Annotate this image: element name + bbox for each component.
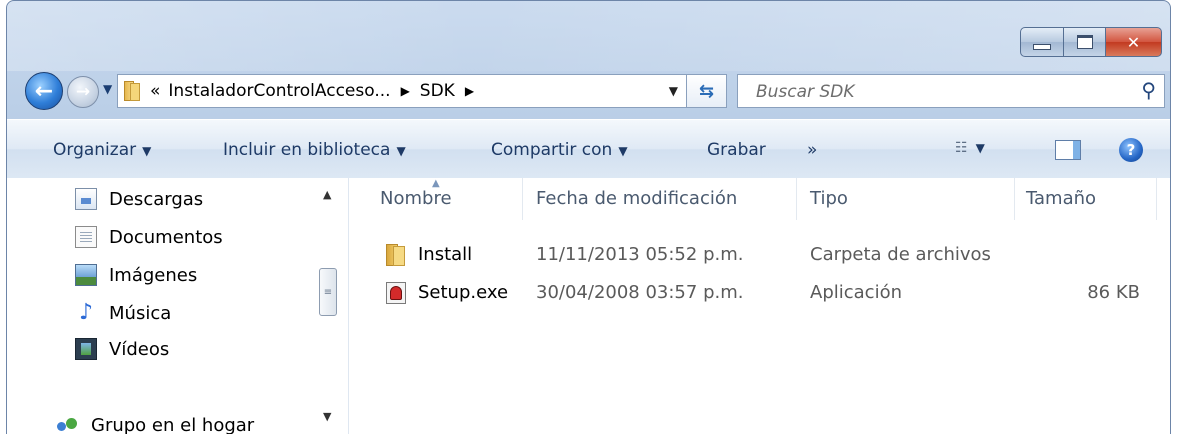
sidebar-scrollbar[interactable]: ▲ ≡ ▼ [317,178,339,434]
folder-icon [124,81,140,101]
content-area: Descargas Documentos Imágenes ♪ Música V… [7,178,1170,434]
window-controls: ✕ [1020,27,1162,57]
file-row-install[interactable]: Install 11/11/2013 05:52 p.m. Carpeta de… [350,240,1170,270]
file-date: 30/04/2008 03:57 p.m. [536,282,744,303]
forward-arrow-icon: → [75,82,91,102]
forward-button[interactable]: → [67,76,99,108]
folder-icon [386,244,408,266]
change-view-button[interactable]: ☷ ▼ [955,140,985,156]
file-size: 86 KB [1087,282,1140,303]
share-with-button[interactable]: Compartir con ▼ [491,140,628,160]
preview-pane-icon[interactable] [1055,140,1081,160]
scrollbar-thumb[interactable]: ≡ [319,268,337,316]
videos-icon [75,338,97,360]
sidebar-item-pictures[interactable]: Imágenes [75,264,197,286]
breadcrumb: « InstaladorControlAcceso... ▶ SDK ▶ [150,81,484,101]
music-icon: ♪ [78,300,94,325]
close-icon: ✕ [1126,32,1141,52]
breadcrumb-item-parent[interactable]: InstaladorControlAcceso... [168,81,390,101]
chevron-down-icon: ▼ [975,141,985,155]
downloads-icon [75,188,97,210]
include-in-library-button[interactable]: Incluir en biblioteca ▼ [223,140,406,160]
sidebar-item-downloads[interactable]: Descargas [75,188,203,210]
help-icon[interactable]: ? [1119,138,1143,162]
column-divider[interactable] [1014,178,1015,220]
column-header-name[interactable]: Nombre [380,188,452,209]
burn-button[interactable]: Grabar [707,140,766,160]
breadcrumb-chevron-icon[interactable]: ▶ [465,84,474,98]
file-row-setup[interactable]: Setup.exe 30/04/2008 03:57 p.m. Aplicaci… [350,278,1170,308]
search-box: ⚲ [737,74,1165,109]
maximize-button[interactable] [1064,27,1106,57]
minimize-icon [1033,44,1051,50]
column-divider[interactable] [1156,178,1157,220]
recent-pages-dropdown-icon[interactable]: ▼ [103,82,112,96]
column-divider[interactable] [796,178,797,220]
column-header-type[interactable]: Tipo [810,188,848,209]
chevron-down-icon: ▼ [142,144,152,158]
application-icon [386,282,406,304]
column-divider[interactable] [522,178,523,220]
minimize-button[interactable] [1020,27,1064,57]
command-bar: Organizar ▼ Incluir en biblioteca ▼ Compar… [7,119,1170,179]
breadcrumb-overflow[interactable]: « [150,81,160,101]
file-list: ▲ Nombre Fecha de modificación Tipo Tama… [350,178,1170,434]
breadcrumb-item-current[interactable]: SDK [420,81,455,101]
maximize-icon [1076,35,1093,49]
file-name: Install [418,244,473,265]
chevron-down-icon: ▼ [618,144,628,158]
homegroup-icon [57,414,79,434]
search-input[interactable] [738,75,1138,109]
chevron-down-icon: ▼ [396,144,406,158]
scroll-down-icon[interactable]: ▼ [323,410,331,423]
search-icon[interactable]: ⚲ [1141,78,1156,102]
documents-icon [75,226,97,248]
explorer-window: ✕ ← → ▼ « InstaladorControlAcceso... ▶ S… [6,0,1171,434]
file-type: Carpeta de archivos [810,244,991,265]
address-history-dropdown-icon[interactable]: ▼ [669,84,678,98]
back-arrow-icon: ← [34,78,54,104]
file-date: 11/11/2013 05:52 p.m. [536,244,744,265]
sidebar-item-music[interactable]: ♪ Música [75,302,171,324]
pictures-icon [75,264,97,286]
sidebar-item-videos[interactable]: Vídeos [75,338,169,360]
navigation-bar: ← → ▼ « InstaladorControlAcceso... ▶ SDK… [7,67,1170,113]
back-button[interactable]: ← [25,72,63,110]
sidebar-item-documents[interactable]: Documentos [75,226,223,248]
details-view-icon: ☷ [955,140,968,156]
more-commands-button[interactable]: » [807,140,817,160]
column-header-size[interactable]: Tamaño [1026,188,1096,209]
scroll-up-icon[interactable]: ▲ [323,188,331,201]
address-bar[interactable]: « InstaladorControlAcceso... ▶ SDK ▶ ▼ [117,74,687,108]
file-type: Aplicación [810,282,902,303]
organize-menu-button[interactable]: Organizar ▼ [53,140,151,160]
close-button[interactable]: ✕ [1106,27,1162,57]
file-name: Setup.exe [418,282,509,303]
breadcrumb-chevron-icon[interactable]: ▶ [401,84,410,98]
column-header-date[interactable]: Fecha de modificación [536,188,737,209]
sidebar-item-homegroup[interactable]: Grupo en el hogar [57,414,254,434]
refresh-button[interactable]: ⇆ [687,74,727,108]
refresh-icon: ⇆ [698,80,715,102]
navigation-pane: Descargas Documentos Imágenes ♪ Música V… [7,178,349,434]
